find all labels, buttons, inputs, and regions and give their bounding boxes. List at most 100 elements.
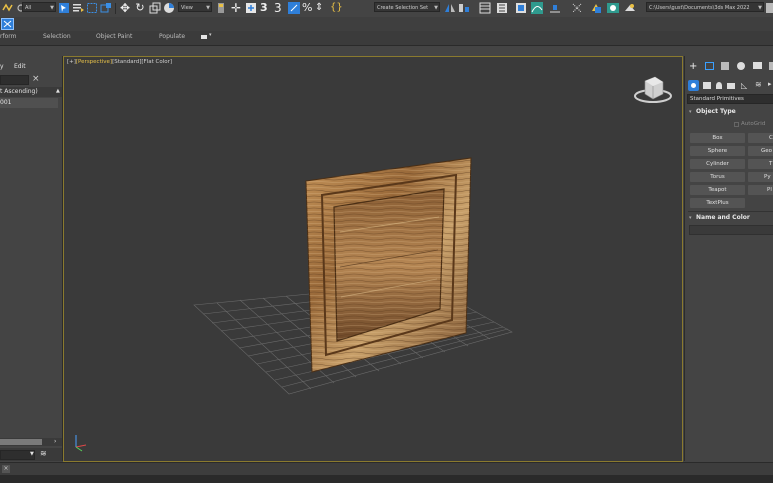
hierarchy-tab-icon[interactable] bbox=[721, 62, 729, 70]
object-name: 001 bbox=[0, 99, 12, 106]
cylinder-button[interactable]: Cylinder bbox=[690, 159, 745, 169]
ribbon-panel-icon[interactable] bbox=[1, 18, 14, 30]
ribbon-tab-bar: rform Selection Object Paint Populate ▾ bbox=[0, 31, 773, 46]
geosphere-button[interactable]: Geo bbox=[748, 146, 773, 156]
scene-explorer: y Edit × t Ascending) ▲ 001 › ▼ ≋ bbox=[0, 56, 63, 461]
rollout-collapse-icon[interactable]: ▾ bbox=[689, 109, 692, 115]
render-setup-icon[interactable] bbox=[590, 2, 602, 14]
render-production-icon[interactable] bbox=[624, 2, 636, 14]
placement-icon[interactable] bbox=[163, 2, 175, 14]
selection-filter-dropdown[interactable]: All ▼ bbox=[22, 2, 56, 12]
torus-button[interactable]: Torus bbox=[690, 172, 745, 182]
toggle-layer-explorer-icon[interactable] bbox=[496, 2, 508, 14]
utilities-tab-icon[interactable] bbox=[769, 62, 773, 70]
object-category-dropdown[interactable]: Standard Primitives bbox=[687, 94, 773, 104]
box-button[interactable]: Box bbox=[690, 133, 745, 143]
window-crossing-icon[interactable] bbox=[100, 2, 112, 14]
textplus-button[interactable]: TextPlus bbox=[690, 198, 745, 208]
sphere-icon bbox=[691, 83, 696, 88]
percent-toggle[interactable]: % bbox=[302, 2, 314, 14]
schematic-view-icon[interactable] bbox=[549, 2, 561, 14]
teapot-button[interactable]: Teapot bbox=[690, 185, 745, 195]
object-type-rollout-title[interactable]: Object Type bbox=[696, 108, 736, 115]
systems-category-icon[interactable]: ▸ bbox=[768, 80, 772, 88]
named-selection-sets-dropdown[interactable]: Create Selection Set ▼ bbox=[374, 2, 440, 12]
sort-header[interactable]: t Ascending) ▲ bbox=[0, 87, 62, 97]
plane-button[interactable]: Pl bbox=[748, 185, 773, 195]
rotate-icon[interactable]: ↻ bbox=[134, 2, 146, 14]
chevron-down-icon: ▼ bbox=[758, 5, 762, 11]
toggle-scene-explorer-icon[interactable] bbox=[479, 2, 491, 14]
project-folder-icon[interactable] bbox=[766, 2, 773, 14]
scale-icon[interactable] bbox=[149, 2, 161, 14]
chevron-down-icon: ▼ bbox=[50, 5, 54, 11]
sort-arrow-icon: ▲ bbox=[56, 88, 60, 94]
search-input[interactable] bbox=[0, 75, 29, 85]
toolbar-separator bbox=[115, 3, 116, 14]
rectangular-selection-icon[interactable] bbox=[86, 2, 98, 14]
object-name-field[interactable] bbox=[689, 225, 773, 235]
link-icon[interactable] bbox=[2, 2, 14, 14]
angle-snap-icon[interactable]: 3 bbox=[274, 2, 286, 14]
rollout-collapse-icon[interactable]: ▾ bbox=[689, 215, 692, 221]
time-slider-track[interactable] bbox=[0, 475, 773, 483]
tab-object-paint[interactable]: Object Paint bbox=[96, 33, 132, 40]
menu-display[interactable]: y bbox=[0, 63, 4, 70]
pyramid-button[interactable]: Py bbox=[748, 172, 773, 182]
lights-category-icon[interactable] bbox=[716, 82, 722, 89]
helpers-category-icon[interactable]: ◺ bbox=[741, 81, 747, 90]
select-manipulate-icon[interactable]: ✛ bbox=[230, 2, 242, 14]
percent-snap-icon[interactable] bbox=[288, 2, 300, 14]
reference-coordinate-dropdown[interactable]: View ▼ bbox=[178, 2, 212, 12]
spinner-snap-icon[interactable]: ⇕ bbox=[315, 2, 327, 14]
toggle-ribbon-icon[interactable] bbox=[515, 2, 527, 14]
curve-editor-icon[interactable] bbox=[531, 2, 543, 14]
axis-tripod bbox=[75, 435, 87, 452]
material-editor-icon[interactable] bbox=[571, 2, 583, 14]
layers-icon[interactable]: ≋ bbox=[40, 449, 47, 458]
select-by-name-icon[interactable] bbox=[72, 2, 84, 14]
project-folder-dropdown[interactable]: C:\Users\gust\Documents\3ds Max 2022 ▼ bbox=[646, 2, 764, 12]
geometry-category-icon[interactable] bbox=[688, 80, 699, 91]
scroll-right-icon[interactable]: › bbox=[54, 438, 56, 445]
cone-button[interactable]: C bbox=[748, 133, 773, 143]
pivot-center-icon[interactable] bbox=[215, 2, 227, 14]
explorer-filter-dropdown[interactable]: ▼ bbox=[0, 450, 35, 460]
mirror-icon[interactable] bbox=[444, 2, 456, 14]
spacewarps-category-icon[interactable]: ≋ bbox=[755, 80, 762, 89]
motion-tab-icon[interactable] bbox=[737, 62, 745, 70]
autogrid-checkbox[interactable] bbox=[734, 122, 739, 127]
viewcube[interactable] bbox=[634, 76, 672, 103]
scrollbar-thumb[interactable] bbox=[0, 439, 42, 445]
keyboard-shortcut-icon[interactable] bbox=[245, 2, 257, 14]
list-item[interactable]: 001 bbox=[0, 98, 58, 108]
perspective-viewport[interactable]: [+][Perspective][Standard][Flat Color] bbox=[63, 56, 683, 462]
chevron-down-icon[interactable]: ▾ bbox=[209, 32, 212, 38]
rendered-frame-window-icon[interactable] bbox=[607, 2, 619, 14]
clear-search-icon[interactable]: × bbox=[32, 74, 40, 84]
tab-populate[interactable]: Populate bbox=[159, 33, 185, 40]
edit-named-selection-icon[interactable]: {} bbox=[330, 2, 343, 14]
name-color-rollout-title[interactable]: Name and Color bbox=[696, 214, 750, 221]
align-icon[interactable] bbox=[458, 2, 470, 14]
menu-edit[interactable]: Edit bbox=[14, 63, 26, 70]
tab-selection[interactable]: Selection bbox=[43, 33, 71, 40]
move-icon[interactable]: ✥ bbox=[119, 2, 131, 14]
display-tab-icon[interactable] bbox=[753, 62, 762, 69]
maxscript-listener-icon[interactable]: × bbox=[2, 465, 10, 473]
tab-freeform[interactable]: rform bbox=[0, 33, 16, 40]
cameras-category-icon[interactable] bbox=[727, 83, 735, 89]
select-object-icon[interactable] bbox=[58, 2, 70, 14]
angle-snap-label: 3 bbox=[274, 1, 282, 15]
viewport-scene bbox=[75, 76, 672, 452]
snaps-toggle-icon[interactable]: 3 bbox=[260, 2, 272, 14]
status-bar: × bbox=[0, 462, 773, 476]
sphere-button[interactable]: Sphere bbox=[690, 146, 745, 156]
reference-coordinate-value: View bbox=[181, 5, 193, 11]
chevron-down-icon: ▼ bbox=[434, 5, 438, 11]
create-tab-icon[interactable]: + bbox=[689, 61, 697, 72]
shapes-category-icon[interactable] bbox=[703, 82, 711, 89]
modify-tab-icon[interactable] bbox=[705, 62, 714, 70]
tube-button[interactable]: T bbox=[748, 159, 773, 169]
ribbon-options-icon[interactable] bbox=[201, 35, 207, 39]
